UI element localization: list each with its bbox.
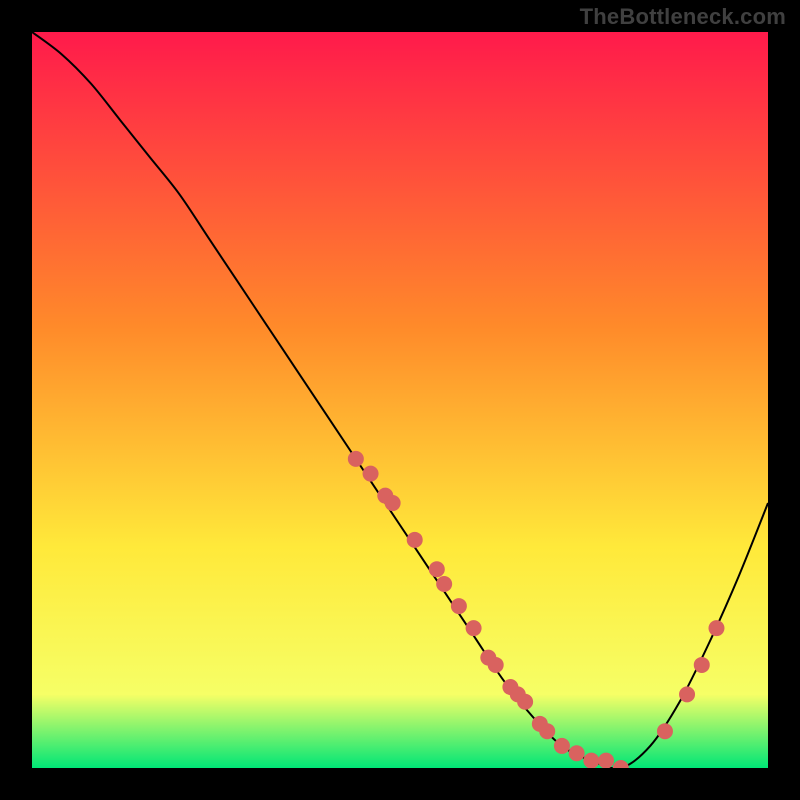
watermark-text: TheBottleneck.com [580, 4, 786, 30]
chart-svg [32, 32, 768, 768]
data-point [679, 686, 695, 702]
data-point [451, 598, 467, 614]
data-point [385, 495, 401, 511]
data-point [694, 657, 710, 673]
data-point [583, 753, 599, 768]
data-point [466, 620, 482, 636]
data-point [708, 620, 724, 636]
data-point [363, 466, 379, 482]
data-point [488, 657, 504, 673]
data-point [429, 561, 445, 577]
data-point [436, 576, 452, 592]
data-point [539, 723, 555, 739]
gradient-background [32, 32, 768, 768]
data-point [517, 694, 533, 710]
data-point [569, 745, 585, 761]
data-point [598, 753, 614, 768]
data-point [554, 738, 570, 754]
data-point [348, 451, 364, 467]
chart-stage: TheBottleneck.com [0, 0, 800, 800]
data-point [657, 723, 673, 739]
data-point [407, 532, 423, 548]
plot-area [32, 32, 768, 768]
